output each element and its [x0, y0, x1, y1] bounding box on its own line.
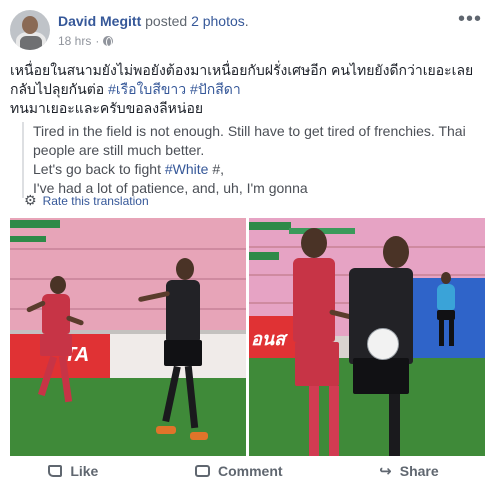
hashtag-link[interactable]: #เรือใบสีขาว — [108, 81, 186, 97]
player-leg — [389, 394, 400, 456]
player-leg — [329, 386, 339, 456]
photo-2[interactable]: อนส — [249, 218, 485, 456]
referee-shorts — [437, 310, 455, 320]
referee-leg — [439, 320, 444, 346]
stand-seat-block — [10, 220, 60, 228]
rate-translation-link[interactable]: Rate this translation — [43, 194, 149, 208]
post-text-line-2-start: กลับไปลุยกันต่อ — [10, 81, 109, 97]
share-button[interactable]: ↪ Share — [379, 462, 439, 480]
photo-1[interactable]: TA — [10, 218, 246, 456]
meta-separator: · — [95, 34, 100, 48]
avatar-shirt — [20, 36, 42, 50]
translation-line-2-end: #, — [208, 161, 225, 177]
stand-seat-block — [10, 236, 46, 242]
translation-block: Tired in the field is not enough. Still … — [22, 122, 477, 198]
ad-board-text: อนส — [251, 329, 286, 349]
stand-line — [249, 246, 485, 248]
translation-line-2-start: Let's go back to fight — [33, 161, 165, 177]
player-leg — [309, 386, 319, 456]
comment-label: Comment — [217, 463, 283, 479]
player-shorts — [40, 334, 72, 356]
more-horizontal-icon[interactable]: ••• — [458, 8, 482, 31]
referee-head — [441, 272, 451, 284]
photo-count-link[interactable]: 2 photos — [191, 13, 245, 29]
referee-leg — [449, 320, 454, 346]
player-shorts — [295, 342, 339, 386]
thumbs-up-icon — [48, 465, 63, 477]
share-icon: ↪ — [379, 463, 392, 480]
globe-icon[interactable] — [103, 36, 114, 47]
comment-icon — [194, 465, 210, 477]
soccer-ball — [367, 328, 399, 360]
player-head — [50, 276, 66, 294]
posted-text: posted — [141, 13, 192, 29]
timestamp[interactable]: 18 hrs — [58, 34, 91, 48]
referee-shirt — [437, 284, 455, 310]
stand-seat-block — [249, 222, 291, 230]
player-boot — [156, 426, 176, 434]
header-period: . — [244, 13, 249, 29]
like-label: Like — [70, 463, 99, 479]
translation-hashtag-link[interactable]: #White — [165, 161, 209, 177]
gear-icon: ⚙ — [24, 192, 37, 208]
post-header: David Megitt posted 2 photos. — [58, 13, 249, 29]
post-actions: Like Comment ↪ Share — [0, 462, 487, 480]
player-head — [383, 236, 409, 268]
hashtag-link[interactable]: #ปักสีดา — [190, 81, 241, 97]
avatar[interactable] — [10, 10, 50, 50]
post-text: เหนื่อยในสนามยังไม่พอยังต้องมาเหนื่อยกับ… — [10, 61, 480, 118]
player-jersey — [166, 280, 200, 342]
player-head — [301, 228, 327, 258]
avatar-head — [22, 16, 38, 34]
player-jersey — [42, 294, 70, 334]
post-text-line-3: ทนมาเยอะและครับขอลงลีหน่อย — [10, 100, 204, 116]
player-head — [176, 258, 194, 280]
player-jersey — [293, 258, 335, 342]
facebook-post: David Megitt posted 2 photos. 18 hrs · •… — [0, 0, 487, 480]
stand-line — [10, 278, 246, 280]
like-button[interactable]: Like — [48, 462, 98, 480]
player-shorts — [164, 340, 202, 366]
translation-line-1: Tired in the field is not enough. Still … — [33, 123, 466, 158]
comment-button[interactable]: Comment — [194, 462, 283, 480]
post-meta: 18 hrs · — [58, 34, 114, 48]
stand-line — [10, 248, 246, 250]
rate-translation[interactable]: ⚙ Rate this translation — [24, 192, 149, 209]
stand-seat-block — [249, 252, 279, 260]
player-shorts — [353, 358, 409, 394]
player-boot — [190, 432, 208, 440]
share-label: Share — [399, 463, 439, 479]
post-text-line-1: เหนื่อยในสนามยังไม่พอยังต้องมาเหนื่อยกับ… — [10, 62, 474, 78]
translation-line-2: Let's go back to fight #White #, — [33, 160, 477, 179]
post-text-line-2: กลับไปลุยกันต่อ #เรือใบสีขาว #ปักสีดา — [10, 80, 480, 99]
author-name[interactable]: David Megitt — [58, 13, 141, 29]
